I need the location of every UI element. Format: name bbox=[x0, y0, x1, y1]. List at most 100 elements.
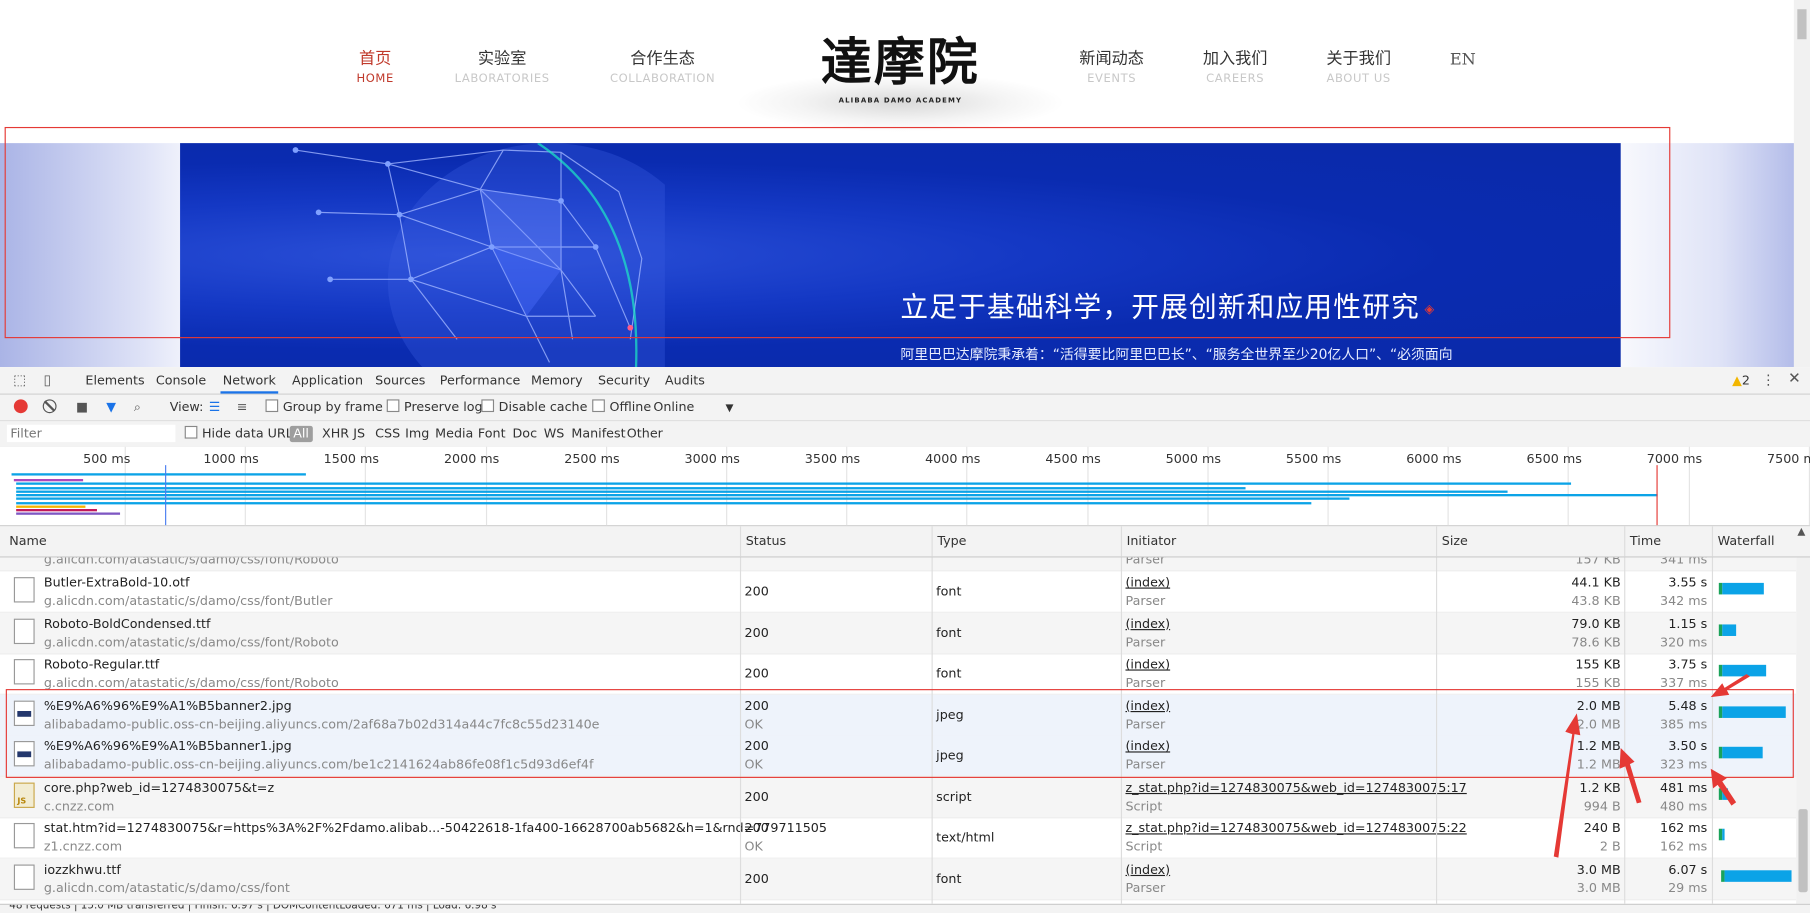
clear-button[interactable] bbox=[42, 399, 57, 414]
request-transfer-size: 155 KB bbox=[1575, 656, 1621, 672]
capture-screenshots-icon[interactable]: ■ bbox=[76, 399, 88, 415]
type-filter-manifest[interactable]: Manifest bbox=[569, 426, 628, 442]
column-size[interactable]: Size bbox=[1435, 526, 1624, 557]
nav-events[interactable]: 新闻动态 EVENTS bbox=[1048, 48, 1175, 87]
nav-home[interactable]: 首页 HOME bbox=[312, 48, 439, 87]
tab-audits[interactable]: Audits bbox=[663, 367, 708, 394]
tab-console[interactable]: Console bbox=[154, 367, 209, 394]
tab-memory[interactable]: Memory bbox=[529, 367, 585, 394]
device-toolbar-icon[interactable]: ▯ bbox=[39, 372, 55, 388]
request-initiator-type: Parser bbox=[1125, 675, 1166, 691]
inspect-element-icon[interactable]: ⬚ bbox=[12, 372, 28, 388]
request-initiator-link[interactable]: z_stat.php?id=1274830075&web_id=12748300… bbox=[1125, 821, 1466, 836]
table-row[interactable]: JS core.php?web_id=1274830075&t=z c.cnzz.c… bbox=[0, 776, 1797, 818]
filter-input[interactable] bbox=[6, 424, 176, 443]
request-name[interactable]: iozzkhwu.ttf bbox=[44, 862, 121, 877]
request-name[interactable]: Butler-ExtraBold-10.otf bbox=[44, 575, 190, 590]
nav-collaboration[interactable]: 合作生态 COLLABORATION bbox=[599, 48, 726, 87]
timeline-tick-label: 2000 ms bbox=[443, 451, 500, 467]
search-icon[interactable]: ⌕ bbox=[134, 399, 141, 415]
warning-icon: ▲ bbox=[1732, 372, 1742, 388]
group-by-frame-checkbox[interactable]: Group by frame bbox=[265, 399, 383, 415]
type-filter-media[interactable]: Media bbox=[433, 426, 476, 442]
timeline-tick-label: 1000 ms bbox=[203, 451, 259, 467]
type-filter-css[interactable]: CSS bbox=[373, 426, 403, 442]
large-rows-icon[interactable]: ☰ bbox=[209, 399, 220, 415]
nav-about-us[interactable]: 关于我们 ABOUT US bbox=[1295, 48, 1422, 87]
table-row[interactable]: Roboto-BoldCondensed.ttf g.alicdn.com/ata… bbox=[0, 612, 1797, 654]
sort-ascending-icon[interactable]: ▲ bbox=[1797, 526, 1805, 538]
request-initiator-type: Parser bbox=[1125, 593, 1166, 609]
request-list-scrollbar[interactable] bbox=[1796, 557, 1810, 904]
request-table-header: Name Status Type Initiator Size Time Wat… bbox=[0, 526, 1810, 558]
type-filter-js[interactable]: JS bbox=[351, 426, 367, 442]
column-status[interactable]: Status bbox=[739, 526, 932, 557]
nav-careers[interactable]: 加入我们 CAREERS bbox=[1172, 48, 1299, 87]
type-filter-other[interactable]: Other bbox=[624, 426, 665, 442]
request-status: 200 bbox=[744, 788, 769, 804]
request-initiator-link[interactable]: (index) bbox=[1125, 862, 1170, 877]
table-row[interactable]: stat.htm?id=1274830075&r=https%3A%2F%2Fd… bbox=[0, 817, 1797, 859]
type-filter-img[interactable]: Img bbox=[403, 426, 432, 442]
request-status: 200 bbox=[744, 625, 769, 641]
warning-counter[interactable]: ▲2 bbox=[1732, 373, 1750, 388]
disable-cache-checkbox[interactable]: Disable cache bbox=[481, 399, 587, 415]
request-initiator-link[interactable]: (index) bbox=[1125, 657, 1170, 672]
tab-application[interactable]: Application bbox=[290, 367, 366, 394]
column-name[interactable]: Name bbox=[5, 526, 740, 556]
throttling-select[interactable]: Online ▼ bbox=[653, 399, 733, 415]
timeline-tick-label: 4500 ms bbox=[1045, 451, 1101, 467]
overview-icon[interactable]: ≡ bbox=[237, 399, 248, 415]
request-list-scrollbar-thumb[interactable] bbox=[1798, 809, 1808, 893]
tab-elements[interactable]: Elements bbox=[83, 367, 147, 394]
nav-laboratories[interactable]: 实验室 LABORATORIES bbox=[439, 48, 566, 87]
timeline-tick-label: 6000 ms bbox=[1406, 451, 1462, 467]
filter-icon[interactable]: ▼ bbox=[106, 399, 116, 415]
tab-security[interactable]: Security bbox=[596, 367, 653, 394]
request-initiator-link[interactable]: z_stat.php?id=1274830075&web_id=12748300… bbox=[1125, 780, 1466, 795]
hide-data-urls-label: Hide data URLs bbox=[202, 425, 300, 441]
request-initiator-link[interactable]: (index) bbox=[1125, 575, 1170, 590]
table-row[interactable]: iozzkhwu.ttf g.alicdn.com/atastatic/s/dam… bbox=[0, 858, 1797, 900]
type-filter-doc[interactable]: Doc bbox=[510, 426, 539, 442]
type-filter-all[interactable]: All bbox=[289, 425, 313, 443]
type-filter-ws[interactable]: WS bbox=[541, 426, 566, 442]
table-row[interactable]: Butler-ExtraBold-10.otf g.alicdn.com/atas… bbox=[0, 571, 1797, 613]
request-time: 3.75 s bbox=[1668, 656, 1708, 672]
hide-data-urls-checkbox[interactable]: Hide data URLs bbox=[184, 425, 300, 442]
warning-count: 2 bbox=[1741, 372, 1750, 388]
page-scrollbar[interactable] bbox=[1793, 0, 1810, 368]
request-name[interactable]: core.php?web_id=1274830075&t=z bbox=[44, 780, 274, 795]
timeline-overview[interactable]: 500 ms 1000 ms 1500 ms 2000 ms 2500 ms 3000 m… bbox=[0, 446, 1810, 527]
tab-performance[interactable]: Performance bbox=[437, 367, 522, 394]
request-status: 200 bbox=[744, 820, 769, 836]
offline-checkbox[interactable]: Offline bbox=[592, 399, 651, 415]
overview-bar bbox=[16, 482, 1572, 485]
column-time[interactable]: Time bbox=[1624, 526, 1712, 557]
column-waterfall[interactable]: Waterfall bbox=[1711, 526, 1810, 557]
request-name[interactable]: stat.htm?id=1274830075&r=https%3A%2F%2Fd… bbox=[44, 821, 827, 836]
overview-bar bbox=[16, 497, 1350, 500]
request-name[interactable]: Roboto-BoldCondensed.ttf bbox=[44, 616, 211, 631]
more-options-icon[interactable]: ⋮ bbox=[1762, 372, 1776, 388]
column-initiator[interactable]: Initiator bbox=[1120, 526, 1436, 557]
tab-network[interactable]: Network bbox=[220, 367, 279, 394]
column-type[interactable]: Type bbox=[931, 526, 1121, 557]
request-initiator-link[interactable]: (index) bbox=[1125, 616, 1170, 631]
request-latency: 162 ms bbox=[1659, 839, 1708, 855]
type-filter-font[interactable]: Font bbox=[476, 426, 508, 442]
type-filter-xhr[interactable]: XHR bbox=[320, 426, 352, 442]
request-name[interactable]: Roboto-Regular.ttf bbox=[44, 657, 159, 672]
page-scrollbar-thumb[interactable] bbox=[1797, 9, 1807, 40]
website-viewport: 首页 HOME 实验室 LABORATORIES 合作生态 COLLABORAT… bbox=[0, 0, 1810, 368]
damo-logo[interactable]: 達摩院 ALIBABA DAMO ACADEMY bbox=[808, 32, 993, 105]
close-icon[interactable]: ✕ bbox=[1788, 371, 1801, 388]
record-button[interactable] bbox=[13, 399, 28, 414]
tab-sources[interactable]: Sources bbox=[373, 367, 428, 394]
language-switch-en[interactable]: EN bbox=[1450, 51, 1476, 69]
request-type: font bbox=[936, 584, 962, 600]
timeline-tick-label: 1500 ms bbox=[323, 451, 380, 467]
table-row[interactable]: g.alicdn.com/atastatic/s/damo/css/font/R… bbox=[0, 557, 1797, 572]
request-transfer-size: 3.0 MB bbox=[1576, 861, 1621, 877]
preserve-log-checkbox[interactable]: Preserve log bbox=[386, 399, 483, 415]
